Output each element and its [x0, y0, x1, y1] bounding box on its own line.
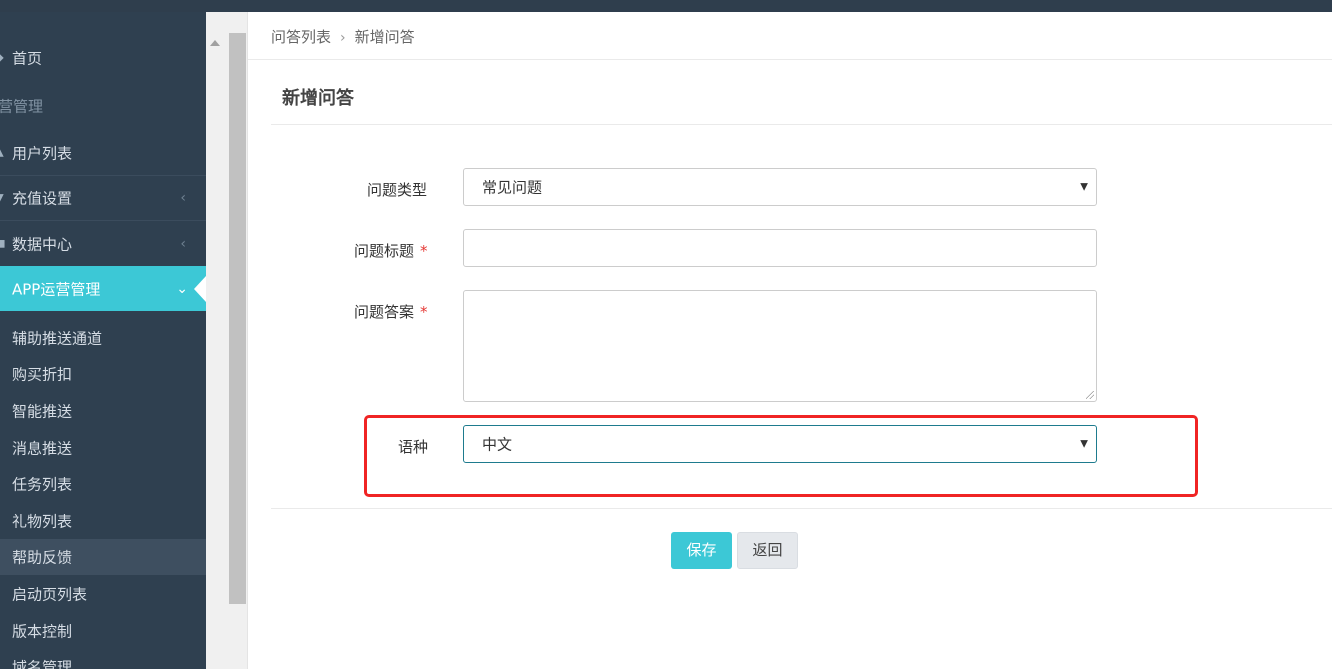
- sidebar-item-data-center[interactable]: ■ 数据中心 ‹: [0, 221, 206, 266]
- sidebar-section-ops: 营管理: [0, 97, 44, 116]
- submenu-item[interactable]: 启动页列表: [0, 576, 206, 612]
- question-type-select[interactable]: 常见问题 ▼: [463, 168, 1097, 206]
- header-divider: [248, 59, 1332, 60]
- sidebar: ◆ 首页 营管理 ▲ 用户列表 ▼ 充值设置 ‹ ■ 数据中心 ‹ APP运营管…: [0, 12, 206, 669]
- dropdown-caret-icon: ▼: [1080, 181, 1088, 193]
- settings-icon: ▼: [0, 193, 4, 204]
- sidebar-item-app-ops[interactable]: APP运营管理 ⌄: [0, 266, 206, 311]
- page-title: 新增问答: [282, 88, 354, 109]
- sidebar-item-home[interactable]: ◆ 首页: [0, 34, 206, 82]
- save-button[interactable]: 保存: [671, 532, 732, 569]
- submenu-item[interactable]: 礼物列表: [0, 503, 206, 539]
- submenu-item[interactable]: 辅助推送通道: [0, 320, 206, 356]
- breadcrumb-separator-icon: ›: [340, 30, 346, 46]
- scroll-up-arrow-icon[interactable]: [210, 40, 220, 46]
- required-asterisk: *: [420, 242, 428, 260]
- submenu-item[interactable]: 智能推送: [0, 393, 206, 429]
- chevron-left-icon: ‹: [180, 235, 186, 252]
- required-asterisk: *: [420, 303, 428, 321]
- user-icon: ▲: [0, 147, 4, 158]
- highlight-annotation-box: [364, 415, 1198, 497]
- sidebar-item-recharge-settings[interactable]: ▼ 充值设置 ‹: [0, 176, 206, 221]
- title-divider: [271, 124, 1332, 125]
- submenu-item[interactable]: 消息推送: [0, 430, 206, 466]
- sidebar-scrollbar-thumb[interactable]: [229, 33, 246, 604]
- submenu-item-help-feedback[interactable]: 帮助反馈: [0, 539, 206, 575]
- submenu-item[interactable]: 版本控制: [0, 613, 206, 649]
- answer-label: 问题答案 *: [354, 303, 428, 321]
- answer-textarea[interactable]: [463, 290, 1097, 402]
- active-indicator: [194, 275, 206, 302]
- chart-icon: ■: [0, 238, 6, 249]
- submenu-item[interactable]: 购买折扣: [0, 356, 206, 392]
- submenu-item[interactable]: 任务列表: [0, 466, 206, 502]
- question-title-label: 问题标题 *: [354, 242, 428, 260]
- form-footer-divider: [271, 508, 1332, 509]
- top-header-bar: [0, 0, 1332, 12]
- resize-handle-icon[interactable]: [1086, 391, 1094, 399]
- breadcrumb-current: 新增问答: [354, 28, 415, 46]
- breadcrumb-parent-link[interactable]: 问答列表: [271, 28, 331, 46]
- chevron-down-icon: ⌄: [176, 280, 188, 297]
- question-title-input[interactable]: [463, 229, 1097, 267]
- question-type-label: 问题类型: [367, 181, 428, 199]
- submenu-item[interactable]: 域名管理: [0, 649, 206, 669]
- back-button[interactable]: 返回: [737, 532, 798, 569]
- sidebar-item-user-list[interactable]: ▲ 用户列表: [0, 130, 206, 176]
- home-icon: ◆: [0, 53, 4, 64]
- chevron-left-icon: ‹: [180, 190, 186, 206]
- breadcrumb: 问答列表 › 新增问答: [271, 26, 415, 47]
